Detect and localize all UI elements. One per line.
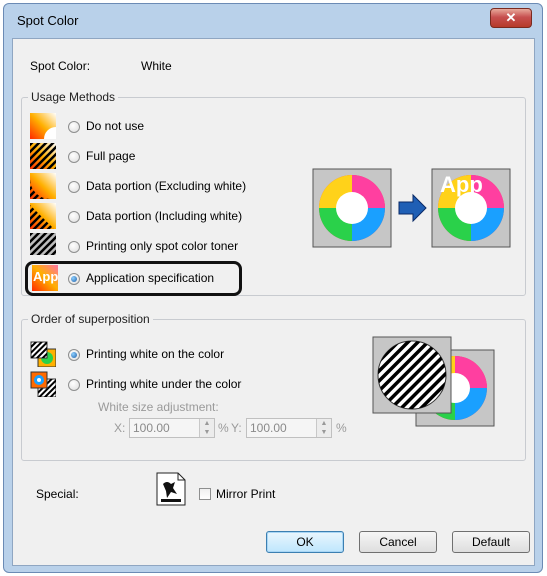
title-bar: Spot Color ✕ bbox=[4, 4, 542, 38]
x-size-value: 100.00 bbox=[133, 421, 170, 435]
y-spin-arrows[interactable]: ▲ ▼ bbox=[316, 419, 331, 437]
mirror-print-checkbox[interactable] bbox=[199, 488, 211, 500]
superposition-preview-illustration bbox=[372, 336, 495, 427]
close-icon: ✕ bbox=[505, 10, 517, 25]
radio-data-excluding-white[interactable] bbox=[68, 181, 80, 193]
x-label: X: bbox=[114, 421, 126, 435]
option-white-on-color-label: Printing white on the color bbox=[86, 347, 225, 361]
radio-white-under-color[interactable] bbox=[68, 379, 80, 391]
hatched-include-icon bbox=[30, 203, 56, 229]
gradient-icon bbox=[30, 113, 56, 139]
dialog-body: Spot Color: White Usage Methods Do not u… bbox=[12, 38, 535, 566]
cancel-button[interactable]: Cancel bbox=[359, 531, 437, 553]
default-button[interactable]: Default bbox=[452, 531, 530, 553]
option-data-including-white-label: Data portion (Including white) bbox=[86, 209, 243, 223]
usage-methods-group: Usage Methods Do not use Full page Data … bbox=[21, 90, 526, 296]
hatched-full-icon bbox=[30, 143, 56, 169]
spot-color-dialog: Spot Color ✕ Spot Color: White Usage Met… bbox=[3, 3, 543, 573]
mirror-print-label: Mirror Print bbox=[216, 487, 276, 501]
app-badge-text: App bbox=[33, 269, 59, 284]
radio-data-including-white[interactable] bbox=[68, 211, 80, 223]
option-full-page-label: Full page bbox=[86, 149, 136, 163]
y-size-input[interactable]: 100.00 ▲ ▼ bbox=[246, 418, 332, 438]
close-button[interactable]: ✕ bbox=[490, 8, 532, 28]
hatched-exclude-icon bbox=[30, 173, 56, 199]
option-application-specification-label: Application specification bbox=[86, 271, 215, 285]
spot-color-value: White bbox=[141, 59, 172, 73]
usage-methods-legend: Usage Methods bbox=[28, 90, 119, 104]
y-label: Y: bbox=[231, 421, 242, 435]
superposition-group: Order of superposition Printing white on… bbox=[21, 312, 526, 461]
radio-spot-toner-only[interactable] bbox=[68, 241, 80, 253]
hatched-gray-icon bbox=[30, 233, 56, 255]
radio-white-on-color[interactable] bbox=[68, 349, 80, 361]
y-unit: % bbox=[336, 421, 347, 435]
x-unit: % bbox=[218, 421, 229, 435]
usage-preview-illustration: App bbox=[312, 168, 511, 248]
ok-button[interactable]: OK bbox=[266, 531, 344, 553]
radio-do-not-use[interactable] bbox=[68, 121, 80, 133]
white-on-color-icon bbox=[30, 341, 56, 367]
special-label: Special: bbox=[36, 487, 79, 501]
dialog-title: Spot Color bbox=[17, 13, 79, 28]
radio-application-specification[interactable] bbox=[68, 273, 80, 285]
option-white-under-color-label: Printing white under the color bbox=[86, 377, 242, 391]
y-size-value: 100.00 bbox=[250, 421, 287, 435]
option-data-excluding-white-label: Data portion (Excluding white) bbox=[86, 179, 247, 193]
white-under-color-icon bbox=[30, 371, 56, 397]
option-spot-toner-only-label: Printing only spot color toner bbox=[86, 239, 239, 253]
x-spin-arrows[interactable]: ▲ ▼ bbox=[199, 419, 214, 437]
radio-full-page[interactable] bbox=[68, 151, 80, 163]
preview-app-text: App bbox=[440, 172, 483, 197]
x-size-input[interactable]: 100.00 ▲ ▼ bbox=[129, 418, 215, 438]
superposition-legend: Order of superposition bbox=[28, 312, 153, 326]
document-icon bbox=[156, 472, 186, 506]
white-size-label: White size adjustment: bbox=[98, 400, 219, 414]
spot-color-label: Spot Color: bbox=[30, 59, 91, 73]
option-do-not-use-label: Do not use bbox=[86, 119, 145, 133]
